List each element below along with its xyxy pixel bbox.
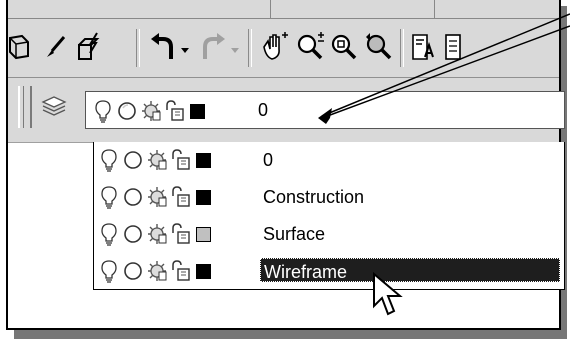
zoom-window-icon[interactable] xyxy=(328,30,360,64)
lightbulb-on-off-icon[interactable] xyxy=(98,185,120,209)
layer-state-icons xyxy=(98,259,211,283)
undo-dropdown-arrow-icon[interactable] xyxy=(180,45,190,55)
menu-divider xyxy=(270,0,271,18)
toolbar-separator xyxy=(248,29,252,67)
viewport-freeze-icon[interactable] xyxy=(146,222,168,246)
layer-color-swatch[interactable] xyxy=(196,263,211,279)
freeze-thaw-sun-icon[interactable] xyxy=(116,99,138,123)
layer-state-icons xyxy=(92,99,205,123)
zoom-realtime-icon[interactable] xyxy=(294,30,326,64)
paint-lightning-icon[interactable] xyxy=(74,30,106,64)
layer-combo-box[interactable]: 0 xyxy=(85,91,565,129)
viewport-freeze-icon[interactable] xyxy=(140,99,162,123)
layer-name: Construction xyxy=(263,187,365,207)
layer-color-swatch[interactable] xyxy=(190,103,205,119)
lock-unlock-icon[interactable] xyxy=(170,148,192,172)
toolbar-separator xyxy=(136,29,140,67)
viewport-freeze-icon[interactable] xyxy=(146,148,168,172)
freeze-thaw-sun-icon[interactable] xyxy=(122,222,144,246)
undo-icon[interactable] xyxy=(148,30,180,64)
redo-dropdown-arrow-icon[interactable] xyxy=(230,45,240,55)
freeze-thaw-sun-icon[interactable] xyxy=(122,185,144,209)
viewport-freeze-icon[interactable] xyxy=(146,259,168,283)
lightbulb-on-off-icon[interactable] xyxy=(98,222,120,246)
layer-name: Surface xyxy=(263,224,326,244)
current-layer-name: 0 xyxy=(258,100,269,120)
toolbar-separator xyxy=(400,29,404,67)
layers-stack-icon[interactable] xyxy=(41,94,67,120)
layer-list-item[interactable]: 0 xyxy=(94,142,564,178)
layer-list-item[interactable]: Construction xyxy=(94,179,564,215)
mouse-pointer-icon xyxy=(373,272,403,316)
menu-divider xyxy=(434,0,435,18)
layer-list-item-selected[interactable]: Wireframe xyxy=(94,253,564,289)
menu-bar xyxy=(8,0,559,19)
layer-dropdown-list[interactable]: 0 Construction Surface Wireframe xyxy=(93,142,565,290)
lightbulb-on-off-icon[interactable] xyxy=(98,259,120,283)
lock-unlock-icon[interactable] xyxy=(170,222,192,246)
freeze-thaw-sun-icon[interactable] xyxy=(122,259,144,283)
lock-unlock-icon[interactable] xyxy=(164,99,186,123)
lightbulb-on-off-icon[interactable] xyxy=(98,148,120,172)
lock-unlock-icon[interactable] xyxy=(170,185,192,209)
layer-name: 0 xyxy=(263,150,274,170)
lock-unlock-icon[interactable] xyxy=(170,259,192,283)
layer-list-item[interactable]: Surface xyxy=(94,216,564,252)
zoom-previous-icon[interactable] xyxy=(362,30,394,64)
layer-color-swatch[interactable] xyxy=(196,189,211,205)
window-shadow-bottom xyxy=(14,330,567,339)
layer-state-icons xyxy=(98,185,211,209)
pan-hand-icon[interactable] xyxy=(258,30,290,64)
layer-color-swatch[interactable] xyxy=(196,152,211,168)
viewport-freeze-icon[interactable] xyxy=(146,185,168,209)
toolbar-grip-line xyxy=(23,86,24,128)
freeze-thaw-sun-icon[interactable] xyxy=(122,148,144,172)
properties-icon[interactable] xyxy=(438,30,470,64)
layer-state-icons xyxy=(98,148,211,172)
layer-name: Wireframe xyxy=(260,258,560,282)
layer-color-swatch[interactable] xyxy=(196,226,211,242)
new-3d-icon[interactable] xyxy=(2,30,34,64)
standard-toolbar xyxy=(8,19,559,78)
toolbar-grip-handle[interactable] xyxy=(18,86,32,128)
layer-state-icons xyxy=(98,222,211,246)
redo-icon[interactable] xyxy=(196,30,228,64)
lightbulb-on-off-icon[interactable] xyxy=(92,99,114,123)
match-properties-brush-icon[interactable] xyxy=(40,30,72,64)
text-style-icon[interactable] xyxy=(408,30,440,64)
